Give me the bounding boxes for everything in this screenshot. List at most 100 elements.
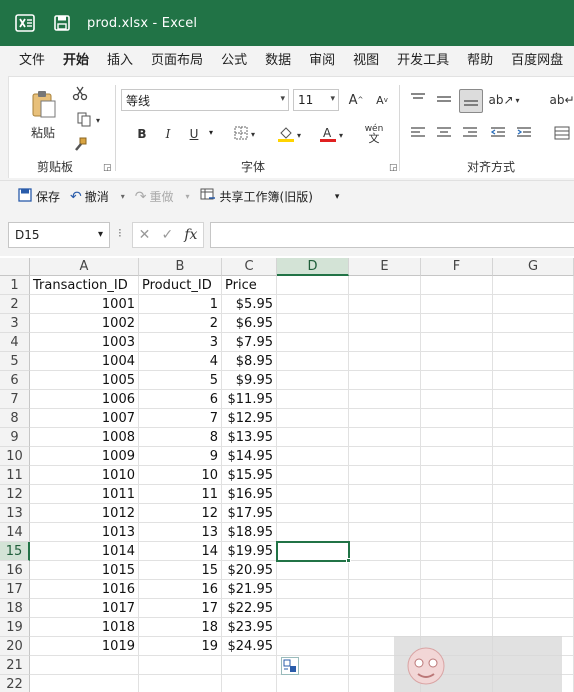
table-cell[interactable]: 9 (139, 447, 222, 466)
table-cell[interactable] (349, 618, 421, 637)
tab-page-layout[interactable]: 页面布局 (142, 46, 212, 76)
table-cell[interactable] (421, 466, 493, 485)
fill-color-button[interactable]: ▾ (271, 123, 307, 147)
table-cell[interactable]: 11 (139, 485, 222, 504)
table-cell[interactable] (493, 618, 574, 637)
header-cell[interactable]: Product_ID (139, 276, 222, 295)
table-cell[interactable] (277, 504, 349, 523)
table-cell[interactable] (349, 580, 421, 599)
row-header[interactable]: 8 (0, 409, 30, 428)
fill-handle[interactable] (346, 558, 351, 563)
tab-help[interactable]: 帮助 (458, 46, 502, 76)
table-cell[interactable] (421, 333, 493, 352)
table-cell[interactable] (277, 390, 349, 409)
table-cell[interactable]: $23.95 (222, 618, 277, 637)
table-cell[interactable] (421, 352, 493, 371)
table-cell[interactable] (493, 333, 574, 352)
orientation-button[interactable]: ab↗ ▾ (488, 89, 519, 111)
table-cell[interactable]: 1016 (30, 580, 139, 599)
active-cell-outline[interactable] (276, 541, 350, 562)
row-header[interactable]: 17 (0, 580, 30, 599)
table-cell[interactable] (421, 371, 493, 390)
table-cell[interactable]: $22.95 (222, 599, 277, 618)
table-cell[interactable]: 12 (139, 504, 222, 523)
column-header-b[interactable]: B (139, 258, 222, 276)
table-cell[interactable] (493, 504, 574, 523)
table-cell[interactable]: $16.95 (222, 485, 277, 504)
table-cell[interactable]: $17.95 (222, 504, 277, 523)
table-cell[interactable] (277, 333, 349, 352)
table-cell[interactable]: 7 (139, 409, 222, 428)
chevron-down-icon[interactable]: ▾ (186, 192, 190, 201)
table-cell[interactable]: 1019 (30, 637, 139, 656)
dialog-launcher-icon[interactable]: ◲ (389, 163, 398, 173)
table-cell[interactable]: 1003 (30, 333, 139, 352)
table-cell[interactable] (421, 542, 493, 561)
table-cell[interactable]: 1002 (30, 314, 139, 333)
table-cell[interactable]: 19 (139, 637, 222, 656)
table-cell[interactable]: $12.95 (222, 409, 277, 428)
table-cell[interactable] (349, 447, 421, 466)
tab-data[interactable]: 数据 (256, 46, 300, 76)
table-cell[interactable] (421, 276, 493, 295)
table-cell[interactable]: $24.95 (222, 637, 277, 656)
table-cell[interactable]: $11.95 (222, 390, 277, 409)
table-cell[interactable] (349, 276, 421, 295)
decrease-indent-button[interactable] (487, 123, 509, 145)
table-cell[interactable]: 1 (139, 295, 222, 314)
table-cell[interactable] (493, 599, 574, 618)
table-cell[interactable]: $9.95 (222, 371, 277, 390)
table-cell[interactable]: 2 (139, 314, 222, 333)
row-header[interactable]: 10 (0, 447, 30, 466)
table-cell[interactable] (139, 656, 222, 675)
qat-undo-button[interactable]: ↶ 撤消 ▾ (70, 188, 125, 205)
table-cell[interactable]: $8.95 (222, 352, 277, 371)
decrease-font-size-button[interactable]: Av (371, 90, 393, 110)
column-header-d[interactable]: D (277, 258, 349, 276)
formula-input[interactable] (210, 222, 574, 248)
format-painter-button[interactable] (69, 135, 91, 157)
table-cell[interactable] (349, 561, 421, 580)
table-cell[interactable] (421, 428, 493, 447)
excel-app-icon[interactable] (13, 11, 37, 35)
tab-file[interactable]: 文件 (0, 46, 54, 76)
tab-baidu-netdisk[interactable]: 百度网盘 (502, 46, 572, 76)
table-cell[interactable]: 1006 (30, 390, 139, 409)
table-cell[interactable] (421, 314, 493, 333)
qat-redo-button[interactable]: ↷ 重做 ▾ (135, 188, 190, 205)
table-cell[interactable]: 8 (139, 428, 222, 447)
table-cell[interactable] (421, 295, 493, 314)
align-top-button[interactable] (407, 89, 429, 111)
table-cell[interactable] (277, 599, 349, 618)
tab-view[interactable]: 视图 (344, 46, 388, 76)
tab-insert[interactable]: 插入 (98, 46, 142, 76)
table-cell[interactable]: $5.95 (222, 295, 277, 314)
table-cell[interactable] (277, 561, 349, 580)
align-middle-button[interactable] (433, 89, 455, 111)
phonetic-guide-button[interactable]: wén 文 (355, 121, 393, 147)
increase-font-size-button[interactable]: A ^ (345, 90, 367, 110)
table-cell[interactable] (349, 428, 421, 447)
save-icon[interactable] (51, 12, 73, 34)
align-bottom-button[interactable] (459, 89, 483, 113)
tab-formulas[interactable]: 公式 (212, 46, 256, 76)
tab-review[interactable]: 审阅 (300, 46, 344, 76)
table-cell[interactable] (349, 523, 421, 542)
table-cell[interactable]: 3 (139, 333, 222, 352)
table-cell[interactable]: $13.95 (222, 428, 277, 447)
table-cell[interactable]: 1018 (30, 618, 139, 637)
row-header[interactable]: 12 (0, 485, 30, 504)
table-cell[interactable] (421, 599, 493, 618)
table-cell[interactable]: 1012 (30, 504, 139, 523)
table-cell[interactable] (493, 276, 574, 295)
align-right-button[interactable] (459, 123, 481, 145)
column-header-f[interactable]: F (421, 258, 493, 276)
table-cell[interactable] (349, 314, 421, 333)
row-header[interactable]: 9 (0, 428, 30, 447)
align-left-button[interactable] (407, 123, 429, 145)
table-cell[interactable] (349, 599, 421, 618)
row-header[interactable]: 14 (0, 523, 30, 542)
table-cell[interactable] (277, 371, 349, 390)
chevron-down-icon[interactable]: ▾ (121, 192, 125, 201)
table-cell[interactable] (421, 504, 493, 523)
